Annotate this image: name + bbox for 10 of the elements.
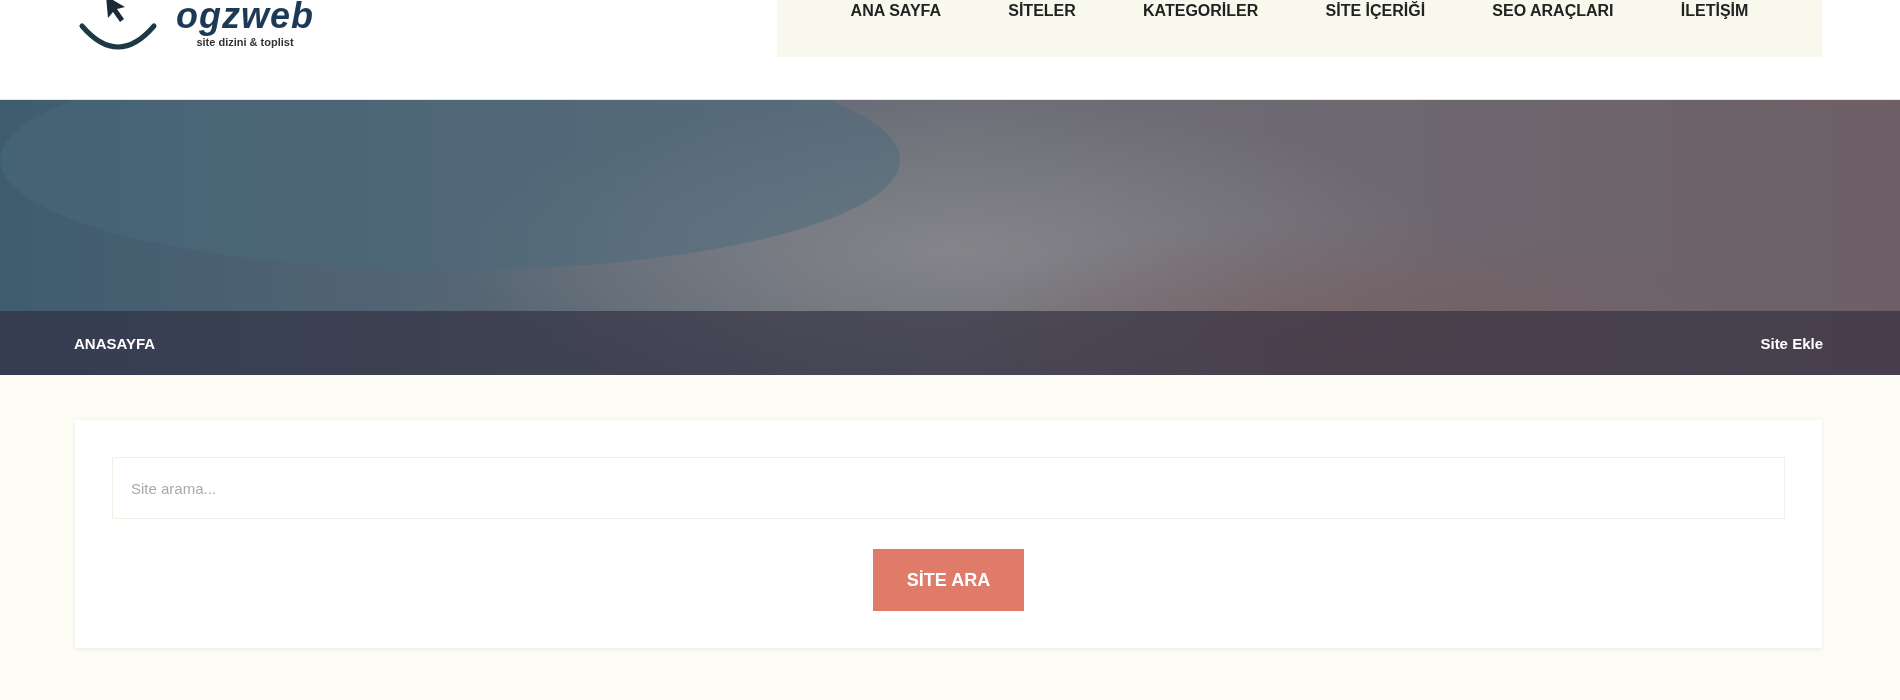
breadcrumb-current: ANASAYFA bbox=[74, 334, 156, 352]
nav-link[interactable]: SEO ARAÇLARI bbox=[1492, 0, 1614, 20]
nav-link[interactable]: KATEGORİLER bbox=[1143, 0, 1259, 20]
nav-link[interactable]: İLETİŞİM bbox=[1680, 0, 1749, 20]
nav-link[interactable]: SİTE İÇERİĞİ bbox=[1325, 0, 1426, 20]
add-site-link[interactable]: Site Ekle bbox=[1760, 334, 1823, 352]
nav-link[interactable]: ANA SAYFA bbox=[850, 0, 941, 20]
logo-tagline: site dizini & toplist bbox=[196, 36, 294, 48]
nav-link[interactable]: SİTELER bbox=[1008, 0, 1076, 20]
search-field[interactable]: Site arama... bbox=[112, 457, 1785, 519]
